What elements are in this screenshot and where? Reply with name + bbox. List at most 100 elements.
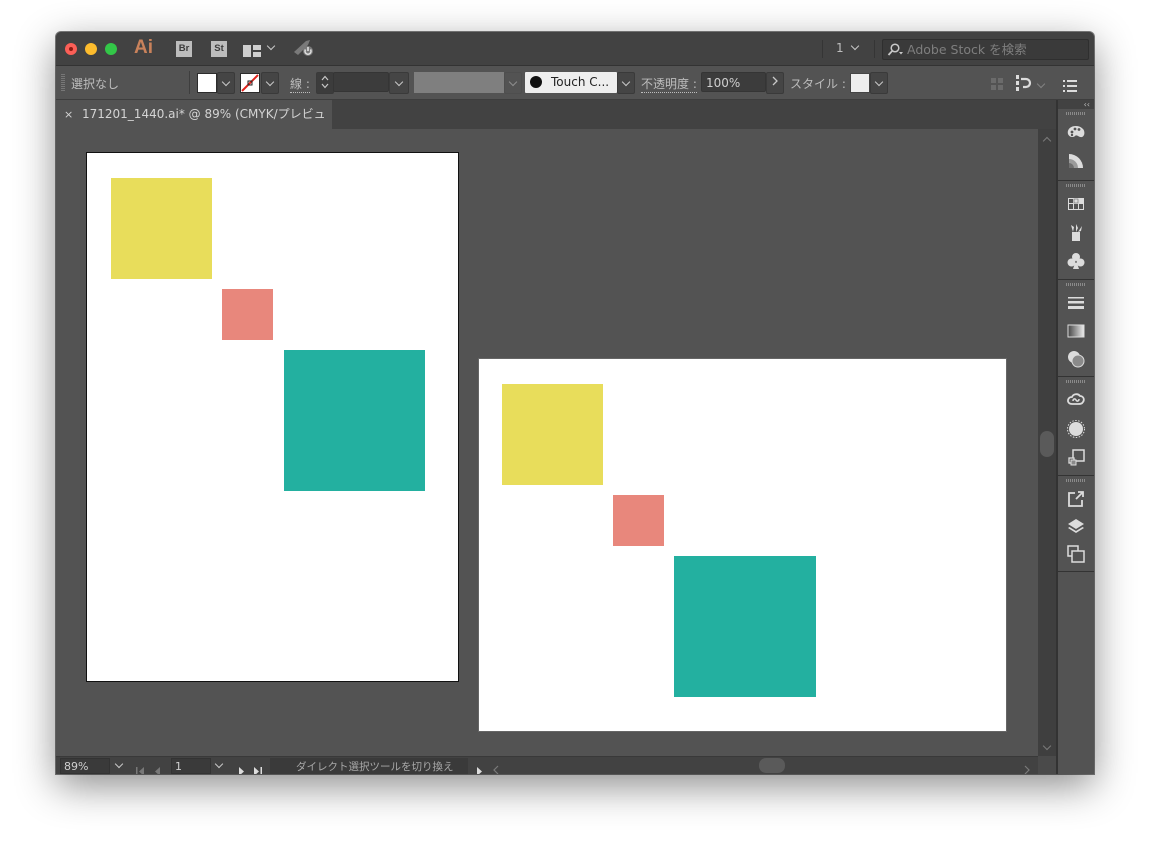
vertical-scrollbar[interactable] [1038,129,1056,756]
scroll-up-icon[interactable] [1042,136,1052,146]
status-display: ダイレクト選択ツールを切り換え [270,758,468,774]
artboard-navigator-value[interactable]: 1 [836,41,844,55]
stroke-icon[interactable] [1066,293,1086,313]
stroke-panel-link[interactable]: 線 : [290,75,310,93]
minimize-window-button[interactable] [85,43,97,55]
panel-group-grip[interactable] [1066,283,1086,286]
workspace-layout-icon[interactable] [243,42,261,61]
chevron-down-icon [394,77,404,87]
horizontal-scroll-thumb[interactable] [759,758,785,773]
previous-artboard-icon[interactable] [154,761,161,774]
swatches-icon[interactable] [1066,194,1086,214]
chevron-down-icon [114,759,124,769]
stock-button[interactable]: St [211,41,227,57]
chevron-down-icon [221,77,231,87]
transparency-icon[interactable] [1066,349,1086,369]
align-distribute-icon[interactable] [1016,75,1034,95]
next-artboard-icon[interactable] [238,761,245,774]
chevron-down-icon [508,77,518,87]
scroll-right-icon[interactable] [1024,760,1030,774]
artboard-dropdown-button[interactable] [212,758,226,772]
stroke-weight-input[interactable] [333,72,389,92]
opacity-panel-link[interactable]: 不透明度 : [641,75,697,93]
zoom-window-button[interactable] [105,43,117,55]
control-bar-menu-icon[interactable] [1063,77,1077,96]
control-bar-grip[interactable] [61,74,65,92]
panel-group [1058,377,1094,476]
artboard-navigator-chevron-down-icon[interactable] [850,39,860,52]
panel-group [1058,109,1094,181]
artboard-2[interactable] [478,358,1007,732]
canvas[interactable] [56,129,1038,756]
document-tab-bar: × 171201_1440.ai* @ 89% (CMYK/プレビュー) [56,100,1056,150]
artboards-icon[interactable] [1066,544,1086,564]
sync-rocket-icon[interactable] [292,38,316,62]
symbols-icon[interactable] [1066,251,1086,271]
last-artboard-icon[interactable] [253,761,263,774]
first-artboard-icon[interactable] [136,761,146,774]
brush-dot-icon [530,76,542,88]
color-guide-icon[interactable] [1066,122,1086,142]
status-menu-icon[interactable] [476,761,483,774]
close-tab-icon[interactable]: × [64,100,73,129]
panel-group [1058,476,1094,572]
opacity-expand-button[interactable] [766,72,784,94]
yellow-square[interactable] [502,384,603,485]
stroke-weight-dropdown-button[interactable] [389,72,409,94]
workspace-chevron-down-icon[interactable] [266,39,276,52]
fill-dropdown-button[interactable] [217,72,235,94]
stroke-color-swatch[interactable] [240,73,260,93]
collapse-panels-button[interactable]: ‹‹ [1058,100,1094,109]
cc-libraries-icon[interactable] [1066,390,1086,410]
bridge-button[interactable]: Br [176,41,192,57]
adobe-stock-search-input[interactable] [907,41,1082,57]
adobe-stock-search-field[interactable] [882,39,1089,60]
layers-icon[interactable] [1066,517,1086,537]
artboard-number-input[interactable]: 1 [171,758,211,774]
coral-square[interactable] [613,495,664,546]
gradient-icon[interactable] [1066,321,1086,341]
stroke-weight-stepper[interactable] [316,72,334,94]
graphic-style-swatch[interactable] [850,73,870,93]
align-chevron-down-icon[interactable] [1036,72,1046,91]
status-text: ダイレクト選択ツールを切り換え [296,761,454,773]
brush-name: Touch C... [551,75,610,89]
panel-group-grip[interactable] [1066,479,1086,482]
opacity-input[interactable]: 100% [701,72,766,92]
color-icon[interactable] [1066,151,1086,171]
divider [874,40,875,58]
graphic-style-dropdown-button[interactable] [870,72,888,94]
export-icon[interactable] [1066,489,1086,509]
close-window-button[interactable] [65,43,77,55]
yellow-square[interactable] [111,178,212,279]
graphic-styles-icon[interactable] [1066,447,1086,467]
brush-definition-select[interactable]: Touch C... [525,72,617,93]
scroll-left-icon[interactable] [493,760,499,774]
zoom-dropdown-button[interactable] [112,758,126,772]
fill-color-swatch[interactable] [197,73,217,93]
divider [822,40,823,58]
vertical-scroll-thumb[interactable] [1040,431,1054,457]
variable-width-profile-select[interactable] [414,72,504,93]
stroke-dropdown-button[interactable] [261,72,279,94]
panel-group-grip[interactable] [1066,184,1086,187]
teal-square[interactable] [284,350,425,491]
brush-dropdown-button[interactable] [617,72,635,94]
teal-square[interactable] [674,556,816,697]
brushes-icon[interactable] [1066,223,1086,243]
variable-width-profile-dropdown-button[interactable] [504,72,522,94]
style-label: スタイル : [790,77,846,91]
control-bar: 選択なし 線 : Touch C... 不透明度 : 100% スタイル : [56,66,1094,100]
document-tab[interactable]: × 171201_1440.ai* @ 89% (CMYK/プレビュー) [56,100,332,150]
appearance-icon[interactable] [1066,419,1086,439]
scroll-down-icon[interactable] [1042,741,1052,751]
panel-group-grip[interactable] [1066,380,1086,383]
artboard-1[interactable] [86,152,459,682]
zoom-level-input[interactable]: 89% [60,758,110,774]
align-to-pixel-grid-icon[interactable] [990,76,1004,95]
divider [189,71,190,94]
panel-group-grip[interactable] [1066,112,1086,115]
chevron-right-icon [772,76,778,86]
chevron-down-icon [265,77,275,87]
coral-square[interactable] [222,289,273,340]
